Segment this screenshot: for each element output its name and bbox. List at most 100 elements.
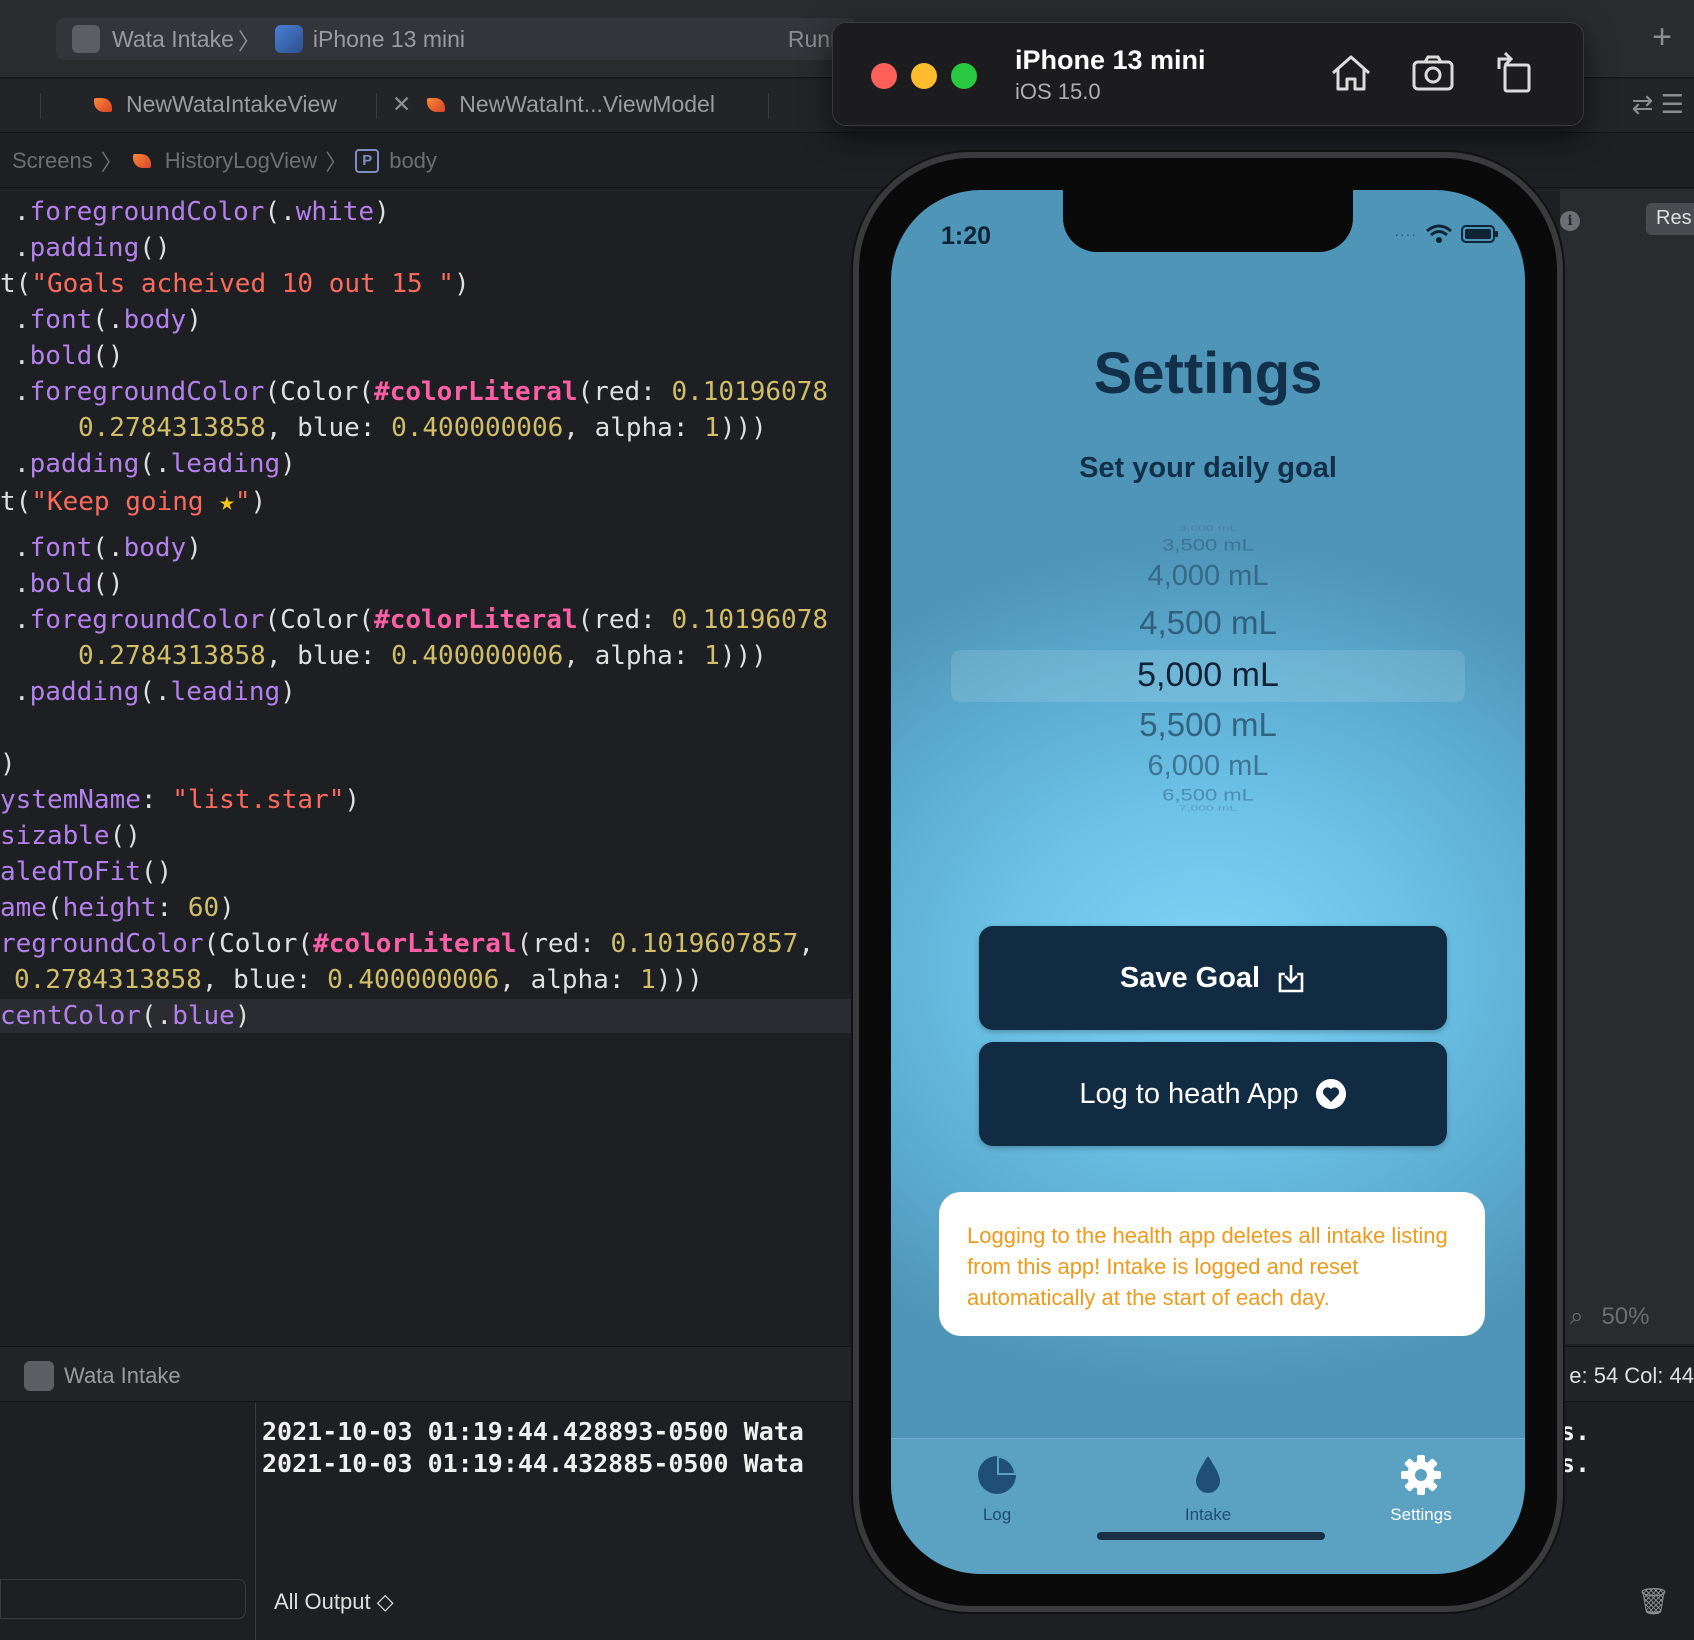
- iphone-frame: 1:20 ···· Settings Set your daily goal 3…: [853, 152, 1563, 1612]
- tab-intake-label: Intake: [1184, 1505, 1232, 1524]
- rotate-icon[interactable]: [1491, 49, 1539, 97]
- property-icon: P: [355, 148, 380, 173]
- picker-option[interactable]: 5,500 mL: [951, 706, 1465, 744]
- output-filter-select[interactable]: All Output ◇: [274, 1589, 394, 1615]
- variables-pane: [0, 1403, 256, 1640]
- tab-log-label: Log: [982, 1505, 1012, 1524]
- drop-icon: [1196, 1456, 1220, 1493]
- screenshot-icon[interactable]: [1409, 49, 1457, 97]
- swift-file-icon: [131, 150, 155, 172]
- save-goal-button[interactable]: Save Goal: [979, 926, 1447, 1030]
- picker-option[interactable]: 7,000 mL: [951, 804, 1465, 812]
- app-icon: [24, 1361, 54, 1391]
- scheme-app-name: Wata Intake: [112, 25, 234, 52]
- code-line: t("Keep going ★"): [0, 487, 267, 517]
- code-line: aledToFit(): [0, 857, 173, 887]
- info-icon[interactable]: i: [1560, 211, 1580, 231]
- code-line: ame(height: 60): [0, 893, 235, 923]
- swift-file-icon: [425, 94, 449, 116]
- code-line: .bold(): [14, 569, 124, 599]
- chevron-right-icon: 〉: [100, 149, 123, 175]
- picker-option[interactable]: 4,500 mL: [951, 604, 1465, 642]
- code-line: .foregroundColor(Color(#colorLiteral(red…: [14, 377, 829, 407]
- breadcrumb-historylogview[interactable]: HistoryLogView: [165, 148, 317, 174]
- picker-option[interactable]: 3,500 mL: [951, 535, 1465, 555]
- picker-option[interactable]: 3,000 mL: [951, 524, 1465, 532]
- iphone-screen: 1:20 ···· Settings Set your daily goal 3…: [891, 190, 1525, 1574]
- close-icon[interactable]: ✕: [392, 91, 411, 118]
- log-line: 2021-10-03 01:19:44.432885-0500 Wata: [262, 1449, 804, 1478]
- add-icon[interactable]: +: [1652, 18, 1672, 57]
- log-health-button[interactable]: Log to heath App: [979, 1042, 1447, 1146]
- picker-option[interactable]: 4,000 mL: [951, 560, 1465, 593]
- wifi-icon: [1426, 224, 1452, 243]
- tab-divider: [768, 93, 769, 119]
- tab-bar: Log Intake Settings: [891, 1438, 1525, 1574]
- zoom-window-button[interactable]: [951, 63, 977, 89]
- device-icon: [274, 25, 303, 53]
- tab-newwataintakeview[interactable]: NewWataIntakeView: [92, 91, 337, 118]
- minimize-window-button[interactable]: [911, 63, 937, 89]
- canvas-pane: i Res: [1560, 189, 1694, 1344]
- code-line-current: centColor(.blue): [0, 999, 860, 1033]
- gear-icon: [1401, 1455, 1441, 1495]
- tab-settings-label: Settings: [1390, 1505, 1452, 1524]
- breadcrumb-body[interactable]: body: [389, 148, 437, 174]
- home-icon[interactable]: [1327, 49, 1375, 97]
- code-line: ): [0, 749, 16, 779]
- notch: [1063, 190, 1353, 252]
- swift-file-icon: [92, 94, 116, 116]
- tab-newwataintakeviewmodel[interactable]: ✕ NewWataInt...ViewModel: [392, 91, 715, 118]
- log-health-label: Log to heath App: [1079, 1077, 1299, 1110]
- picker-option[interactable]: 6,000 mL: [951, 750, 1465, 783]
- code-line: .font(.body): [14, 533, 202, 563]
- tab-label: NewWataInt...ViewModel: [459, 91, 715, 117]
- chevron-right-icon: 〉: [237, 28, 261, 54]
- trash-icon[interactable]: 🗑: [1637, 1587, 1670, 1617]
- tab-settings[interactable]: Settings: [1341, 1451, 1501, 1525]
- code-line: .padding(.leading): [14, 677, 296, 707]
- code-line: 0.2784313858, blue: 0.400000006, alpha: …: [14, 965, 703, 995]
- tab-log[interactable]: Log: [917, 1451, 1077, 1525]
- log-line-suffix: s.: [1560, 1417, 1591, 1446]
- scheme-device: iPhone 13 mini: [312, 25, 466, 52]
- code-line: .padding(): [14, 233, 171, 263]
- breadcrumb-screens[interactable]: Screens: [12, 148, 93, 174]
- code-line: .font(.body): [14, 305, 202, 335]
- health-warning-note: Logging to the health app deletes all in…: [939, 1192, 1485, 1336]
- app-icon: [72, 25, 100, 53]
- home-indicator: [1097, 1532, 1325, 1540]
- signal-icon: ····: [1394, 226, 1417, 242]
- tab-divider: [40, 93, 41, 119]
- code-editor[interactable]: .foregroundColor(.white) .padding() t("G…: [0, 189, 860, 1344]
- goal-picker[interactable]: 3,000 mL 3,500 mL 4,000 mL 4,500 mL 5,00…: [951, 520, 1465, 820]
- code-line: .bold(): [14, 341, 124, 371]
- tab-label: NewWataIntakeView: [126, 91, 337, 117]
- zoom-level: 50%: [1601, 1303, 1650, 1330]
- heart-icon: [1315, 1079, 1346, 1109]
- debug-target: Wata Intake: [64, 1363, 181, 1388]
- save-icon: [1278, 965, 1304, 993]
- battery-icon: [1461, 225, 1498, 243]
- code-line: .foregroundColor(Color(#colorLiteral(red…: [14, 605, 829, 635]
- code-line: .padding(.leading): [14, 449, 296, 479]
- scheme-selector[interactable]: Wata Intake 〉 iPhone 13 mini Runni: [56, 18, 856, 60]
- tab-intake[interactable]: Intake: [1128, 1451, 1288, 1525]
- chart-pie-icon: [978, 1456, 1016, 1494]
- code-line: sizable(): [0, 821, 141, 851]
- magnifier-icon[interactable]: ⌕: [1570, 1303, 1583, 1331]
- variables-filter[interactable]: [0, 1579, 246, 1619]
- code-line: .foregroundColor(.white): [14, 197, 390, 227]
- code-line: ystemName: "list.star"): [0, 785, 361, 815]
- resume-button[interactable]: Res: [1646, 203, 1694, 235]
- zoom-control[interactable]: ⌕ 50%: [1560, 1292, 1694, 1342]
- simulator-title: iPhone 13 mini: [1015, 45, 1206, 75]
- close-window-button[interactable]: [871, 63, 897, 89]
- code-line: 0.2784313858, blue: 0.400000006, alpha: …: [78, 413, 767, 443]
- picker-option-selected[interactable]: 5,000 mL: [951, 656, 1465, 695]
- chevron-right-icon: 〉: [325, 149, 348, 175]
- status-icons: ····: [1394, 224, 1499, 244]
- simulator-subtitle: iOS 15.0: [1015, 79, 1101, 104]
- picker-option[interactable]: 6,500 mL: [951, 785, 1465, 805]
- split-editor-icon[interactable]: ⇄ ☰: [1632, 89, 1684, 120]
